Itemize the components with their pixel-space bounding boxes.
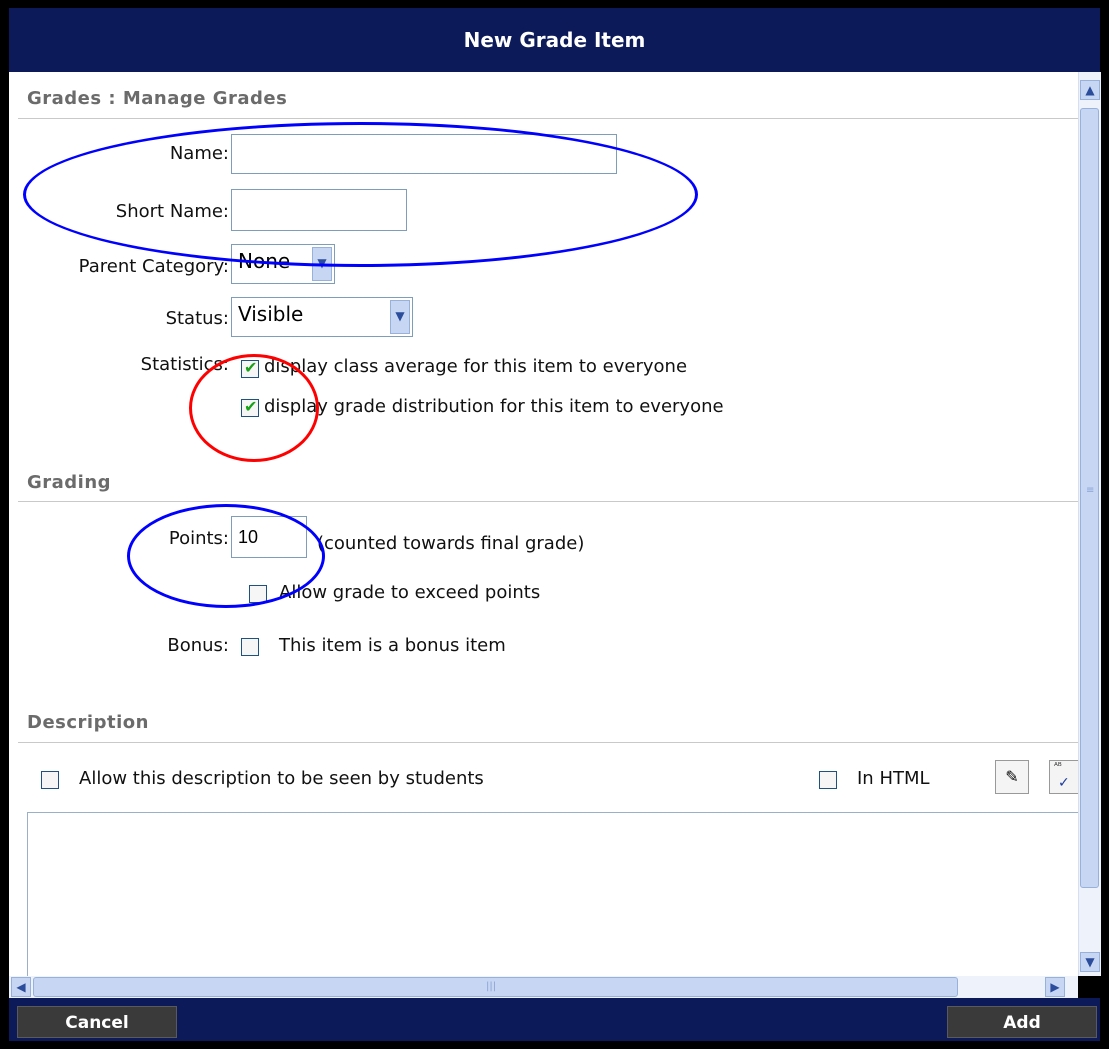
description-visible-checkbox[interactable]: [41, 771, 59, 789]
scroll-down-icon[interactable]: ▼: [1080, 952, 1100, 972]
section-header-grading: Grading: [27, 472, 112, 493]
chevron-down-icon[interactable]: ▼: [312, 247, 332, 281]
exceed-points-checkbox[interactable]: [249, 585, 267, 603]
horizontal-scrollbar[interactable]: ◀ ||| ▶: [9, 976, 1078, 998]
checkmark-icon: ✔: [244, 358, 258, 377]
in-html-text: In HTML: [857, 768, 930, 789]
name-label: Name:: [169, 143, 229, 164]
bonus-label: Bonus:: [167, 635, 229, 656]
dialog-content: Grades : Manage Grades Name: Short Name:…: [9, 72, 1078, 976]
dialog-title: New Grade Item: [9, 8, 1100, 72]
description-visible-text: Allow this description to be seen by stu…: [79, 768, 484, 789]
spellcheck-icon[interactable]: ᴬᴮ ✓: [1049, 760, 1078, 794]
dialog-footer: Cancel Add: [9, 998, 1100, 1041]
points-label: Points:: [168, 528, 229, 549]
parent-category-select[interactable]: None ▼: [231, 244, 335, 284]
class-average-checkbox[interactable]: ✔: [241, 358, 259, 378]
grade-distribution-text: display grade distribution for this item…: [264, 396, 724, 417]
status-select[interactable]: Visible ▼: [231, 297, 413, 337]
exceed-points-text: Allow grade to exceed points: [279, 582, 541, 603]
status-value: Visible: [238, 302, 304, 326]
chevron-down-icon[interactable]: ▼: [390, 300, 410, 334]
description-textarea[interactable]: [27, 812, 1078, 976]
bonus-text: This item is a bonus item: [279, 635, 506, 656]
scroll-left-icon[interactable]: ◀: [11, 977, 31, 997]
points-input[interactable]: [231, 516, 307, 558]
statistics-label: Statistics:: [140, 354, 229, 375]
vertical-scrollbar[interactable]: ▲ ≡ ▼: [1078, 72, 1101, 976]
parent-category-value: None: [238, 249, 291, 273]
scroll-right-icon[interactable]: ▶: [1045, 977, 1065, 997]
points-note: (counted towards final grade): [317, 533, 585, 554]
section-header-description: Description: [27, 712, 149, 733]
section-header-manage: Grades : Manage Grades: [27, 88, 288, 109]
in-html-checkbox[interactable]: [819, 771, 837, 789]
section-divider: [18, 501, 1078, 502]
class-average-text: display class average for this item to e…: [264, 356, 688, 377]
grip-icon: ≡: [1086, 485, 1095, 496]
horizontal-scroll-thumb[interactable]: |||: [33, 977, 958, 997]
status-label: Status:: [165, 308, 229, 329]
short-name-input[interactable]: [231, 189, 407, 231]
grip-icon: |||: [486, 981, 497, 992]
checkmark-icon: ✔: [244, 397, 258, 416]
cancel-button[interactable]: Cancel: [17, 1006, 177, 1038]
parent-category-label: Parent Category:: [78, 256, 229, 277]
vertical-scroll-thumb[interactable]: ≡: [1080, 108, 1099, 888]
scroll-up-icon[interactable]: ▲: [1080, 80, 1100, 100]
section-divider: [18, 118, 1078, 119]
name-input[interactable]: [231, 134, 617, 174]
section-divider: [18, 742, 1078, 743]
add-button[interactable]: Add: [947, 1006, 1097, 1038]
edit-html-icon[interactable]: ✎: [995, 760, 1029, 794]
short-name-label: Short Name:: [115, 201, 229, 222]
grade-distribution-checkbox[interactable]: ✔: [241, 397, 259, 417]
bonus-checkbox[interactable]: [241, 638, 259, 656]
